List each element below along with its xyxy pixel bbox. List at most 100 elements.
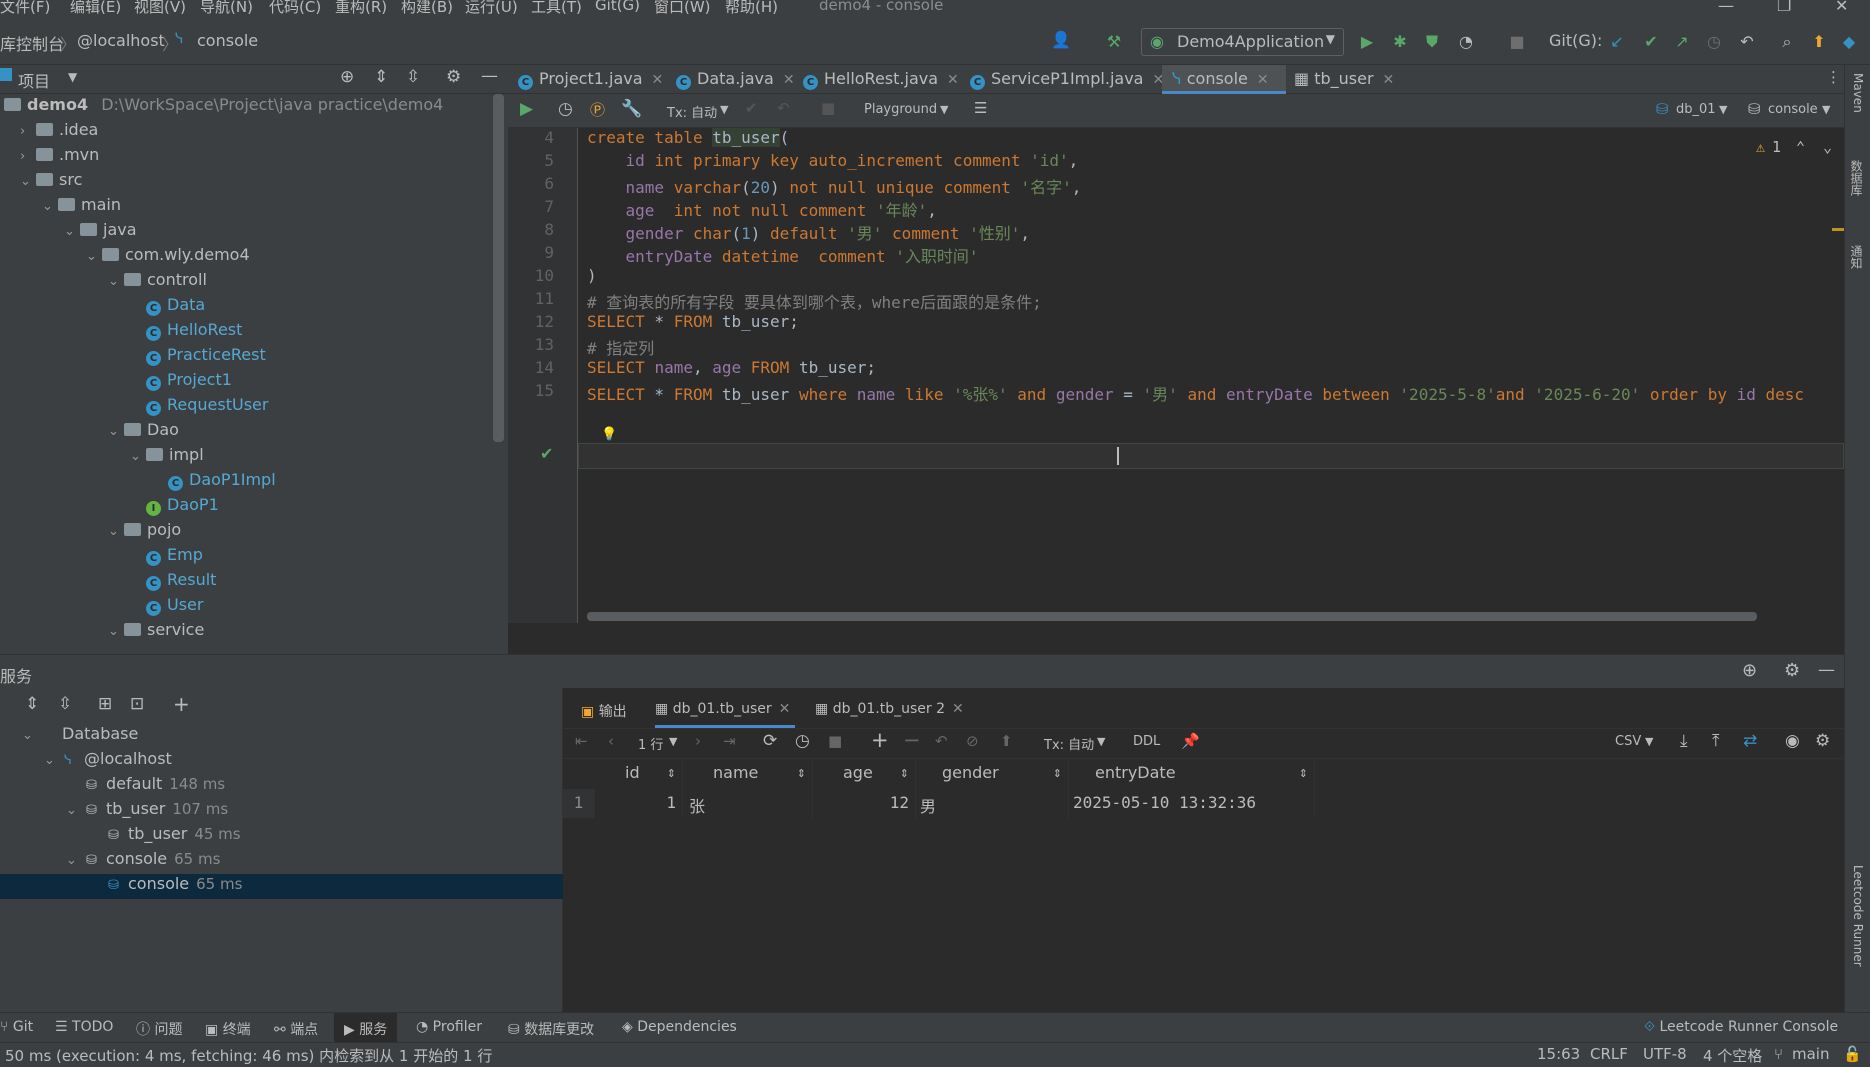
chevron-down-icon[interactable]: ▼: [1645, 735, 1653, 748]
export-format-select[interactable]: CSV: [1615, 734, 1641, 749]
tree-root[interactable]: demo4 D:\WorkSpace\Project\java practice…: [4, 95, 443, 120]
menu-edit[interactable]: 编辑(E): [70, 0, 121, 17]
chevron-down-icon[interactable]: ▼: [940, 103, 948, 116]
submit-icon[interactable]: ⬆: [1000, 732, 1013, 750]
cell-name[interactable]: 张: [683, 789, 813, 818]
sort-icon[interactable]: ⇕: [900, 767, 909, 780]
file-encoding[interactable]: UTF-8: [1643, 1045, 1687, 1063]
previous-highlight-icon[interactable]: ⌃: [1796, 138, 1805, 156]
column-header-name[interactable]: name ⇕: [683, 760, 813, 789]
tree-item[interactable]: C HelloRest: [130, 320, 242, 345]
menu-git[interactable]: Git(G): [595, 0, 640, 14]
update-icon[interactable]: ⬆: [1808, 31, 1830, 53]
tree-item[interactable]: ⌄ service: [108, 620, 204, 645]
upload-icon[interactable]: ⤒: [1712, 731, 1720, 751]
menu-build[interactable]: 构建(B): [401, 0, 453, 17]
tree-item[interactable]: ⌄ pojo: [108, 520, 181, 545]
p-badge-icon[interactable]: Ⓟ: [590, 99, 605, 120]
minimize-icon[interactable]: —: [1718, 0, 1734, 15]
tree-item[interactable]: ⌄ Dao: [108, 420, 179, 445]
chevron-down-icon[interactable]: ⌄: [66, 803, 86, 818]
tree-item[interactable]: C Project1: [130, 370, 232, 395]
tab-tb-user[interactable]: ▦ tb_user ✕: [1288, 65, 1408, 94]
expand-all-icon[interactable]: ⇕: [25, 694, 39, 714]
tx-mode-select[interactable]: Tx: 自动: [667, 102, 717, 121]
sort-icon[interactable]: ⇕: [797, 767, 806, 780]
indent-setting[interactable]: 4 个空格: [1703, 1045, 1762, 1066]
chevron-down-icon[interactable]: ⌄: [42, 199, 58, 214]
gear-icon[interactable]: ⚙: [1784, 660, 1800, 681]
stop-icon[interactable]: ■: [828, 732, 842, 750]
hide-panel-icon[interactable]: —: [481, 66, 498, 86]
history-icon[interactable]: ◷: [558, 99, 573, 119]
stop-icon[interactable]: ■: [821, 99, 835, 117]
hide-panel-icon[interactable]: —: [1818, 660, 1835, 680]
tool-tab-db-changes[interactable]: ⛁ 数据库更改: [508, 1019, 594, 1039]
tree-item[interactable]: C Data: [130, 295, 205, 320]
run-configuration-select[interactable]: ◉ Demo4Application ▼: [1141, 28, 1344, 56]
rollback-icon[interactable]: ↶: [777, 99, 790, 117]
menu-view[interactable]: 视图(V): [134, 0, 186, 17]
git-history-icon[interactable]: ◷: [1703, 31, 1725, 53]
cell-gender[interactable]: 男: [916, 789, 1069, 818]
tree-item[interactable]: › .idea: [20, 120, 98, 145]
close-icon[interactable]: ✕: [783, 72, 795, 88]
tool-tab-dependencies[interactable]: ◈ Dependencies: [622, 1019, 737, 1035]
compare-icon[interactable]: ⊘: [966, 732, 979, 750]
code-line[interactable]: # 指定列: [587, 335, 654, 359]
code-line[interactable]: SELECT name, age FROM tb_user;: [587, 358, 876, 377]
tab-hellorest[interactable]: C HelloRest.java ✕: [803, 65, 959, 94]
collapse-all-icon[interactable]: ⇳: [406, 67, 420, 87]
first-page-icon[interactable]: ⇤: [575, 732, 588, 750]
playground-select[interactable]: Playground: [864, 102, 937, 117]
tree-item[interactable]: ⌄ main: [42, 195, 121, 220]
more-tabs-icon[interactable]: ⋮: [1826, 68, 1841, 86]
chevron-down-icon[interactable]: ⌄: [108, 524, 124, 539]
code-line[interactable]: name varchar(20) not null unique comment…: [587, 174, 1082, 198]
close-icon[interactable]: ✕: [947, 72, 959, 88]
chevron-down-icon[interactable]: ⌄: [130, 449, 146, 464]
tree-item[interactable]: C User: [130, 595, 203, 620]
code-line[interactable]: create table tb_user(: [587, 128, 789, 147]
column-header-entrydate[interactable]: entryDate ⇕: [1069, 760, 1315, 789]
code-editor[interactable]: create table tb_user( id int primary key…: [578, 128, 1844, 623]
plugin-icon[interactable]: ◆: [1838, 31, 1860, 53]
menu-code[interactable]: 代码(C): [269, 0, 321, 17]
code-line[interactable]: # 查询表的所有字段 要具体到哪个表，where后面跟的是条件;: [587, 289, 1042, 313]
table-view-icon[interactable]: ☰: [974, 99, 987, 117]
scrollbar[interactable]: [493, 94, 504, 442]
ddl-button[interactable]: DDL: [1133, 734, 1160, 749]
sort-icon[interactable]: ⇕: [1053, 767, 1062, 780]
tab-db01-tb-user[interactable]: ▦ db_01.tb_user ✕: [655, 694, 795, 728]
menu-navigate[interactable]: 导航(N): [200, 0, 253, 17]
tool-tab-profiler[interactable]: ◔ Profiler: [416, 1019, 482, 1035]
tool-tab-problems[interactable]: ⓘ 问题: [136, 1019, 182, 1039]
chevron-right-icon[interactable]: ›: [20, 149, 36, 164]
tool-tab-endpoints[interactable]: ⚯ 端点: [274, 1019, 318, 1039]
delete-row-icon[interactable]: −: [903, 728, 921, 752]
code-line[interactable]: ): [587, 266, 597, 285]
chevron-down-icon[interactable]: ⌄: [108, 424, 124, 439]
chevron-down-icon[interactable]: ▼: [1822, 103, 1830, 116]
tree-item[interactable]: I DaoP1: [130, 495, 219, 520]
tree-item[interactable]: ⌄ src: [20, 170, 82, 195]
chevron-down-icon[interactable]: ⌄: [108, 624, 124, 639]
refresh-icon[interactable]: ⟳: [763, 731, 777, 751]
chevron-down-icon[interactable]: ▼: [68, 70, 77, 84]
execute-icon[interactable]: ▶: [520, 99, 533, 119]
git-branch[interactable]: main: [1792, 1045, 1829, 1063]
revert-icon[interactable]: ↶: [935, 732, 948, 750]
chevron-down-icon[interactable]: ▼: [669, 735, 677, 748]
tree-item[interactable]: › .mvn: [20, 145, 99, 170]
next-page-icon[interactable]: ›: [695, 732, 701, 750]
restore-icon[interactable]: ❐: [1777, 0, 1791, 15]
chevron-down-icon[interactable]: ⌄: [108, 274, 124, 289]
database-tab[interactable]: 数据库: [1849, 160, 1865, 196]
add-row-icon[interactable]: +: [871, 728, 889, 752]
chevron-down-icon[interactable]: ⌄: [44, 753, 64, 768]
chevron-down-icon[interactable]: ▼: [1097, 735, 1105, 748]
menu-help[interactable]: 帮助(H): [725, 0, 778, 17]
tool-tab-terminal[interactable]: ▣ 终端: [205, 1019, 251, 1039]
close-icon[interactable]: ✕: [1383, 72, 1395, 88]
service-tree-item[interactable]: ⛁ console 65 ms: [0, 874, 563, 899]
